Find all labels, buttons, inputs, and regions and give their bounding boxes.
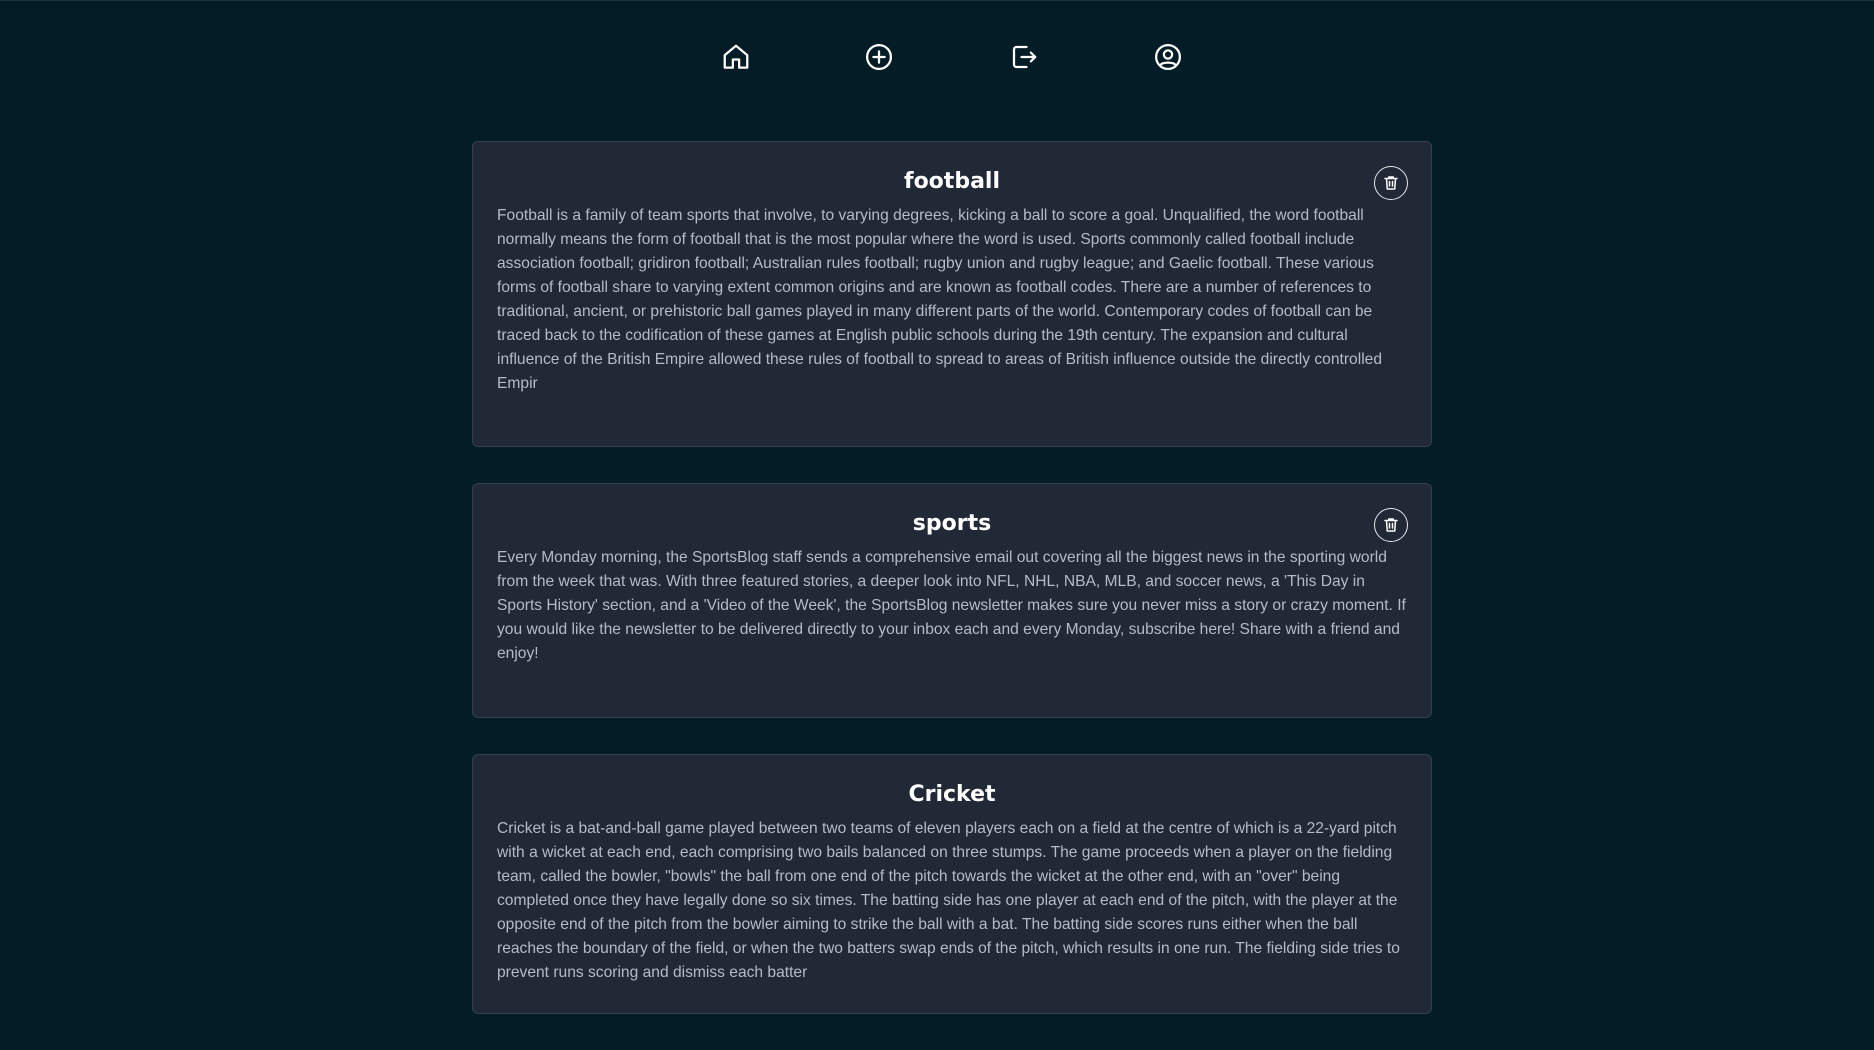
post-body: Cricket is a bat-and-ball game played be… [497, 820, 1400, 981]
post-body: Football is a family of team sports that… [497, 207, 1382, 392]
post-title: football [904, 169, 1000, 194]
post-title: sports [912, 511, 992, 536]
create-post-button[interactable] [862, 40, 896, 74]
post-body: Every Monday morning, the SportsBlog sta… [497, 549, 1406, 662]
post-card: Cricket Cricket is a bat-and-ball game p… [472, 754, 1432, 1014]
trash-icon [1384, 518, 1398, 532]
user-circle-icon [1155, 44, 1181, 70]
logout-icon [1012, 45, 1037, 69]
home-button[interactable] [719, 40, 753, 74]
delete-post-button[interactable] [1374, 166, 1408, 200]
trash-icon [1384, 176, 1398, 190]
plus-circle-icon [866, 44, 892, 70]
top-border [0, 0, 1874, 1]
post-list: football Football is a family of team sp… [472, 141, 1432, 1050]
profile-button[interactable] [1151, 40, 1185, 74]
logout-button[interactable] [1007, 40, 1041, 74]
post-card: football Football is a family of team sp… [472, 141, 1432, 447]
post-title: Cricket [908, 782, 996, 807]
post-card: sports Every Monday morning, the SportsB… [472, 483, 1432, 718]
top-nav [0, 40, 1874, 74]
home-icon [723, 44, 749, 69]
delete-post-button[interactable] [1374, 508, 1408, 542]
